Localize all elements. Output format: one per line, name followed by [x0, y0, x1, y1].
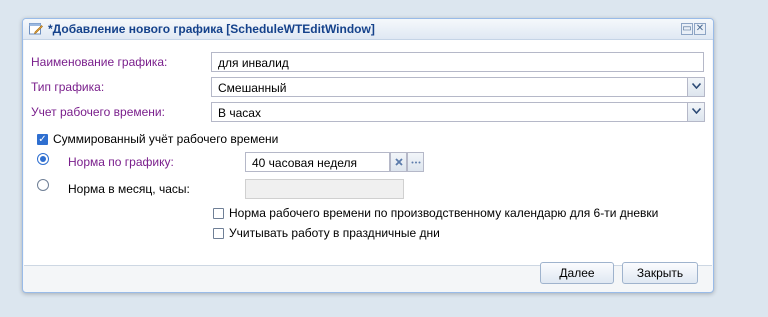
norm-per-month-label: Норма в месяц, часы: — [68, 182, 190, 196]
window-title: *Добавление нового графика [ScheduleWTEd… — [48, 22, 375, 36]
schedule-name-label: Наименование графика: — [31, 55, 168, 69]
norm-per-month-radio[interactable] — [37, 179, 49, 191]
schedule-name-field[interactable]: для инвалид — [211, 52, 704, 72]
work-time-accounting-value: В часах — [218, 106, 261, 120]
schedule-edit-window: *Добавление нового графика [ScheduleWTEd… — [22, 18, 714, 293]
summed-accounting-label: Суммированный учёт рабочего времени — [53, 132, 279, 146]
schedule-type-dropdown-button[interactable] — [688, 77, 705, 97]
window-titlebar[interactable]: *Добавление нового графика [ScheduleWTEd… — [23, 19, 713, 40]
next-button[interactable]: Далее — [540, 262, 614, 284]
norm-by-schedule-field[interactable]: 40 часовая неделя — [245, 152, 390, 172]
summed-accounting-checkbox[interactable]: ✓ — [37, 134, 48, 145]
holidays-work-checkbox[interactable] — [213, 228, 224, 239]
restore-button[interactable]: ▭ — [681, 23, 693, 35]
close-window-button[interactable]: ✕ — [694, 23, 706, 35]
production-calendar-label: Норма рабочего времени по производственн… — [229, 206, 659, 220]
production-calendar-checkbox[interactable] — [213, 208, 224, 219]
norm-by-schedule-value: 40 часовая неделя — [252, 156, 357, 170]
clear-norm-button[interactable] — [390, 152, 407, 172]
schedule-type-value: Смешанный — [218, 81, 287, 95]
edit-window-icon — [29, 23, 43, 35]
close-icon: ✕ — [695, 23, 705, 34]
ellipsis-icon — [411, 161, 420, 164]
chevron-down-icon — [691, 83, 701, 90]
work-time-accounting-select[interactable]: В часах — [211, 102, 688, 122]
close-button[interactable]: Закрыть — [622, 262, 698, 284]
work-time-accounting-label: Учет рабочего времени: — [31, 105, 165, 119]
restore-icon: ▭ — [682, 23, 692, 34]
schedule-type-select[interactable]: Смешанный — [211, 77, 688, 97]
form-body: Наименование графика: для инвалид Тип гр… — [24, 40, 712, 266]
chevron-down-icon — [691, 108, 701, 115]
norm-by-schedule-label: Норма по графику: — [68, 155, 174, 169]
schedule-name-value: для инвалид — [218, 56, 289, 70]
holidays-work-label: Учитывать работу в праздничные дни — [229, 226, 440, 240]
norm-by-schedule-radio[interactable] — [37, 153, 49, 165]
clear-icon — [394, 158, 403, 166]
schedule-type-label: Тип графика: — [31, 80, 105, 94]
work-time-accounting-dropdown-button[interactable] — [688, 102, 705, 122]
select-norm-button[interactable] — [407, 152, 424, 172]
norm-per-month-field[interactable] — [245, 179, 404, 199]
